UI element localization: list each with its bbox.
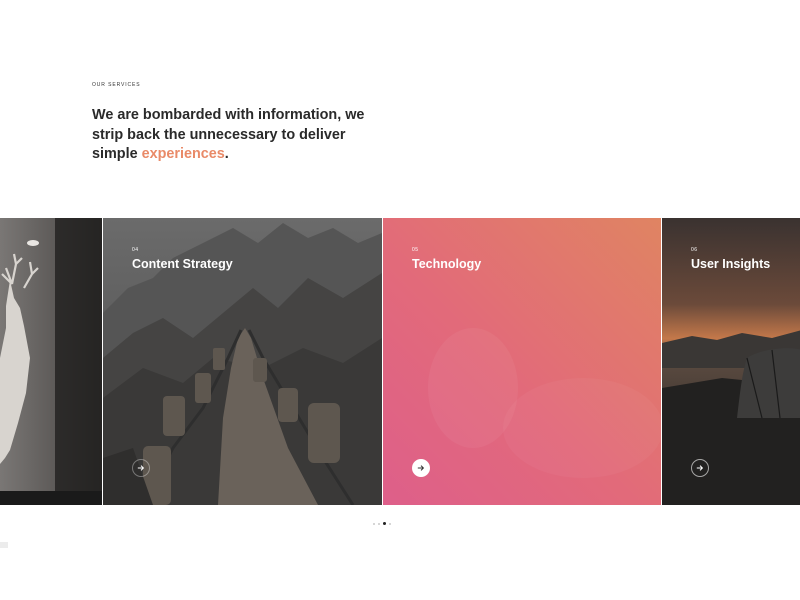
deer-sculpture-image xyxy=(0,218,102,505)
service-card-user-insights[interactable]: 06 User Insights xyxy=(662,218,800,505)
arrow-right-icon xyxy=(417,465,425,471)
service-title: Content Strategy xyxy=(132,257,233,271)
corner-tab[interactable] xyxy=(0,542,8,548)
arrow-right-icon xyxy=(696,465,704,471)
service-number: 05 xyxy=(412,247,419,253)
service-link-button[interactable] xyxy=(412,459,430,477)
service-link-button[interactable] xyxy=(132,459,150,477)
carousel-pagination xyxy=(373,521,391,526)
service-card-technology[interactable]: 05 Technology xyxy=(383,218,661,505)
services-carousel[interactable]: 04 Content Strategy 05 Technology 06 Use… xyxy=(0,218,800,505)
service-title: Technology xyxy=(412,257,482,271)
section-headline: We are bombarded with information, we st… xyxy=(92,106,392,165)
service-card-partial-left[interactable] xyxy=(0,218,102,505)
service-number: 06 xyxy=(691,247,698,253)
service-card-content-strategy[interactable]: 04 Content Strategy xyxy=(103,218,382,505)
service-link-button[interactable] xyxy=(691,459,709,477)
headline-accent-word: experiences xyxy=(141,146,225,162)
service-title: User Insights xyxy=(691,257,771,271)
arrow-right-icon xyxy=(137,465,145,471)
pagination-dot[interactable] xyxy=(389,522,391,525)
pagination-dot[interactable] xyxy=(373,522,375,525)
headline-period: . xyxy=(224,146,229,162)
section-eyebrow: OUR SERVICES xyxy=(92,82,141,88)
pagination-dot[interactable] xyxy=(378,522,380,525)
pagination-dot-active[interactable] xyxy=(383,522,386,525)
service-number: 04 xyxy=(132,247,139,253)
